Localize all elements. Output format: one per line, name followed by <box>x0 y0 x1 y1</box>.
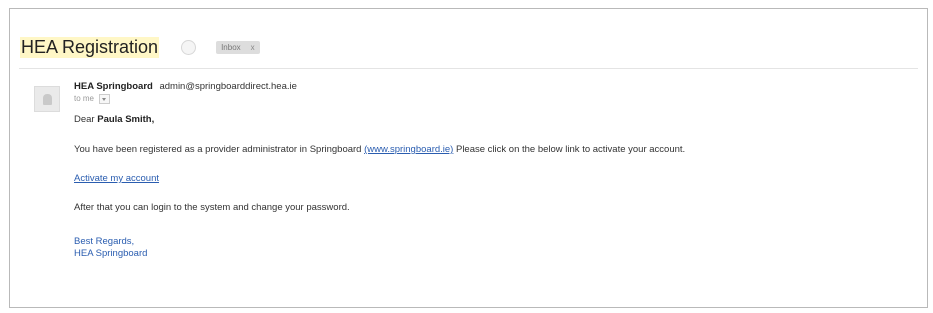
signature: Best Regards, HEA Springboard <box>74 236 915 260</box>
activate-link-row: Activate my account <box>74 173 915 185</box>
greeting-prefix: Dear <box>74 114 95 125</box>
body-paragraph-2: After that you can login to the system a… <box>74 202 350 213</box>
header-divider <box>19 68 918 69</box>
message-body: HEA Springboard admin@springboarddirect.… <box>74 81 915 260</box>
body-line1-before: You have been registered as a provider a… <box>74 144 362 155</box>
sender-avatar <box>34 86 60 112</box>
important-marker-icon[interactable] <box>181 40 197 55</box>
inbox-label-chip[interactable]: Inbox x <box>216 41 260 54</box>
body-line1-after: Please click on the below link to activa… <box>455 144 686 155</box>
sender-email: admin@springboarddirect.hea.ie <box>159 81 297 92</box>
sender-name[interactable]: HEA Springboard <box>74 81 153 92</box>
remove-label-icon[interactable]: x <box>251 43 255 52</box>
greeting: Dear Paula Smith, <box>74 114 915 126</box>
email-container: HEA Registration Inbox x HEA Springboard… <box>9 8 928 308</box>
recipient-text: to me <box>74 94 95 103</box>
recipient-line: to me <box>74 93 915 105</box>
activate-account-link[interactable]: Activate my account <box>74 173 159 184</box>
subject-row: HEA Registration Inbox x <box>20 37 260 58</box>
greeting-name: Paula Smith, <box>97 114 155 125</box>
signature-regards: Best Regards, <box>74 236 135 247</box>
email-subject: HEA Registration <box>20 37 160 58</box>
sender-line: HEA Springboard admin@springboarddirect.… <box>74 81 915 93</box>
show-details-dropdown-icon[interactable] <box>99 93 111 104</box>
person-icon <box>42 93 52 105</box>
body-paragraph-1: You have been registered as a provider a… <box>74 144 915 156</box>
inbox-label-text: Inbox <box>221 43 241 52</box>
signature-sender: HEA Springboard <box>74 248 148 259</box>
springboard-website-link[interactable]: (www.springboard.ie) <box>364 144 453 155</box>
